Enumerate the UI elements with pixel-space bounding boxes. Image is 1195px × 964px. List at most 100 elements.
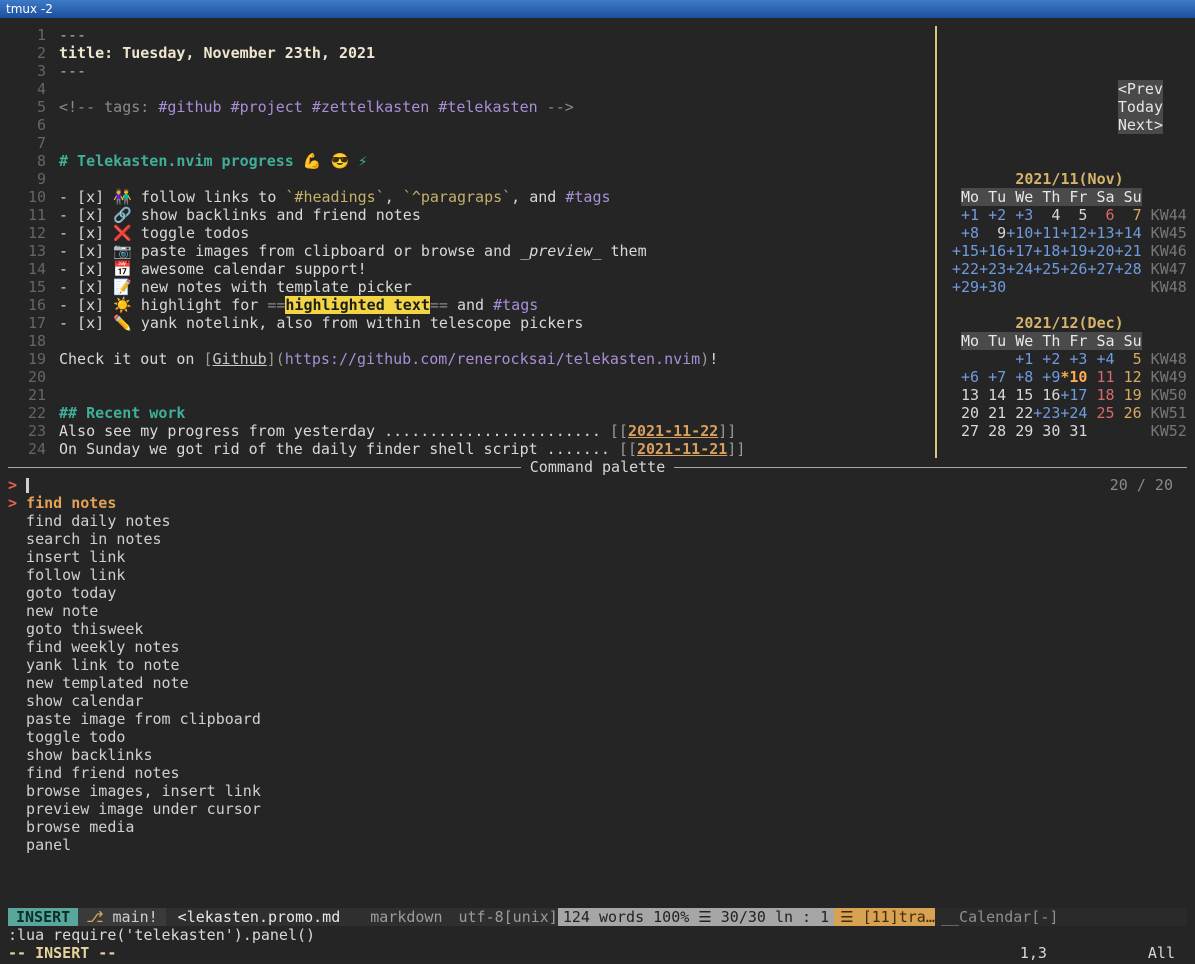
- calendar-day[interactable]: 20: [952, 404, 979, 422]
- editor-line[interactable]: 20: [8, 368, 935, 386]
- palette-item[interactable]: toggle todo: [8, 728, 1187, 746]
- calendar-day[interactable]: *10: [1060, 368, 1087, 386]
- editor-line[interactable]: 6: [8, 116, 935, 134]
- editor-line[interactable]: 14- [x] 📅 awesome calendar support!: [8, 260, 935, 278]
- calendar-day[interactable]: +1: [952, 206, 979, 224]
- calendar-day[interactable]: 7: [1115, 206, 1142, 224]
- calendar-day[interactable]: 18: [1087, 386, 1114, 404]
- calendar-day[interactable]: +10: [1006, 224, 1033, 242]
- calendar-day[interactable]: +9: [1033, 368, 1060, 386]
- calendar-day[interactable]: 26: [1115, 404, 1142, 422]
- calendar-day[interactable]: 6: [1087, 206, 1114, 224]
- editor-line[interactable]: 18: [8, 332, 935, 350]
- palette-prompt-input[interactable]: > 20 / 20: [8, 476, 1187, 494]
- calendar-day[interactable]: +24: [1060, 404, 1087, 422]
- palette-item[interactable]: new templated note: [8, 674, 1187, 692]
- editor-line[interactable]: 2title: Tuesday, November 23th, 2021: [8, 44, 935, 62]
- calendar-day[interactable]: +26: [1060, 260, 1087, 278]
- palette-item[interactable]: find weekly notes: [8, 638, 1187, 656]
- calendar-day[interactable]: +11: [1033, 224, 1060, 242]
- calendar-day[interactable]: +16: [979, 242, 1006, 260]
- palette-item[interactable]: goto today: [8, 584, 1187, 602]
- palette-item[interactable]: browse media: [8, 818, 1187, 836]
- editor-line[interactable]: 16- [x] ☀️ highlight for ==highlighted t…: [8, 296, 935, 314]
- calendar-next-button[interactable]: Next>: [1118, 116, 1163, 134]
- editor-line[interactable]: 4: [8, 80, 935, 98]
- calendar-day[interactable]: 22: [1006, 404, 1033, 422]
- calendar-day[interactable]: [1087, 278, 1114, 296]
- calendar-day[interactable]: 9: [979, 224, 1006, 242]
- calendar-day[interactable]: 31: [1060, 422, 1087, 440]
- calendar-day[interactable]: +12: [1060, 224, 1087, 242]
- editor-line[interactable]: 7: [8, 134, 935, 152]
- editor-line[interactable]: 13- [x] 📷 paste images from clipboard or…: [8, 242, 935, 260]
- palette-item[interactable]: goto thisweek: [8, 620, 1187, 638]
- calendar-day[interactable]: 29: [1006, 422, 1033, 440]
- calendar-day[interactable]: 30: [1033, 422, 1060, 440]
- editor-line[interactable]: 11- [x] 🔗 show backlinks and friend note…: [8, 206, 935, 224]
- palette-item[interactable]: find friend notes: [8, 764, 1187, 782]
- editor-line[interactable]: 10- [x] 👫 follow links to `#headings`, `…: [8, 188, 935, 206]
- palette-item[interactable]: paste image from clipboard: [8, 710, 1187, 728]
- editor-line[interactable]: 3---: [8, 62, 935, 80]
- calendar-day[interactable]: +17: [1006, 242, 1033, 260]
- calendar-day[interactable]: +4: [1087, 350, 1114, 368]
- calendar-day[interactable]: +22: [952, 260, 979, 278]
- calendar-day[interactable]: 28: [979, 422, 1006, 440]
- calendar-day[interactable]: +19: [1060, 242, 1087, 260]
- palette-item[interactable]: insert link: [8, 548, 1187, 566]
- editor-line[interactable]: 8# Telekasten.nvim progress 💪 😎 ⚡: [8, 152, 935, 170]
- calendar-day[interactable]: +7: [979, 368, 1006, 386]
- calendar-day[interactable]: +23: [979, 260, 1006, 278]
- palette-item[interactable]: show calendar: [8, 692, 1187, 710]
- palette-item[interactable]: search in notes: [8, 530, 1187, 548]
- editor-line[interactable]: 5<!-- tags: #github #project #zettelkast…: [8, 98, 935, 116]
- editor-line[interactable]: 15- [x] 📝 new notes with template picker: [8, 278, 935, 296]
- calendar-day[interactable]: +21: [1115, 242, 1142, 260]
- calendar-day[interactable]: [1087, 422, 1114, 440]
- calendar-today-button[interactable]: Today: [1118, 98, 1163, 116]
- editor-line[interactable]: 12- [x] ❌ toggle todos: [8, 224, 935, 242]
- calendar-day[interactable]: +25: [1033, 260, 1060, 278]
- calendar-day[interactable]: +6: [952, 368, 979, 386]
- palette-item[interactable]: show backlinks: [8, 746, 1187, 764]
- palette-item-selected[interactable]: > find notes: [8, 494, 1187, 512]
- editor-line[interactable]: 17- [x] ✏️ yank notelink, also from with…: [8, 314, 935, 332]
- calendar-day[interactable]: +27: [1087, 260, 1114, 278]
- palette-item[interactable]: preview image under cursor: [8, 800, 1187, 818]
- calendar-day[interactable]: 25: [1087, 404, 1114, 422]
- calendar-day[interactable]: +24: [1006, 260, 1033, 278]
- calendar-day[interactable]: +1: [1006, 350, 1033, 368]
- command-line[interactable]: :lua require('telekasten').panel(): [8, 926, 1187, 944]
- calendar-pane[interactable]: <Prev Today Next> 2021/11(Nov) Mo Tu We …: [935, 26, 1187, 458]
- palette-item[interactable]: panel: [8, 836, 1187, 854]
- calendar-day[interactable]: +8: [952, 224, 979, 242]
- calendar-day[interactable]: +18: [1033, 242, 1060, 260]
- calendar-day[interactable]: 5: [1115, 350, 1142, 368]
- calendar-day[interactable]: +8: [1006, 368, 1033, 386]
- calendar-day[interactable]: [1033, 278, 1060, 296]
- calendar-day[interactable]: [1060, 278, 1087, 296]
- calendar-day[interactable]: 21: [979, 404, 1006, 422]
- calendar-day[interactable]: 13: [952, 386, 979, 404]
- editor-line[interactable]: 22## Recent work: [8, 404, 935, 422]
- calendar-day[interactable]: +2: [1033, 350, 1060, 368]
- calendar-day[interactable]: +3: [1060, 350, 1087, 368]
- calendar-day[interactable]: +14: [1115, 224, 1142, 242]
- calendar-day[interactable]: +17: [1060, 386, 1087, 404]
- calendar-day[interactable]: 5: [1060, 206, 1087, 224]
- editor-line[interactable]: 21: [8, 386, 935, 404]
- calendar-day[interactable]: [979, 350, 1006, 368]
- editor-line[interactable]: 24On Sunday we got rid of the daily find…: [8, 440, 935, 458]
- calendar-day[interactable]: 4: [1033, 206, 1060, 224]
- editor-line[interactable]: 19Check it out on [Github](https://githu…: [8, 350, 935, 368]
- editor-line[interactable]: 1---: [8, 26, 935, 44]
- calendar-day[interactable]: 15: [1006, 386, 1033, 404]
- calendar-prev-button[interactable]: <Prev: [1118, 80, 1163, 98]
- palette-item[interactable]: follow link: [8, 566, 1187, 584]
- calendar-day[interactable]: +23: [1033, 404, 1060, 422]
- palette-item[interactable]: new note: [8, 602, 1187, 620]
- calendar-day[interactable]: +15: [952, 242, 979, 260]
- calendar-day[interactable]: [952, 350, 979, 368]
- editor-line[interactable]: 9: [8, 170, 935, 188]
